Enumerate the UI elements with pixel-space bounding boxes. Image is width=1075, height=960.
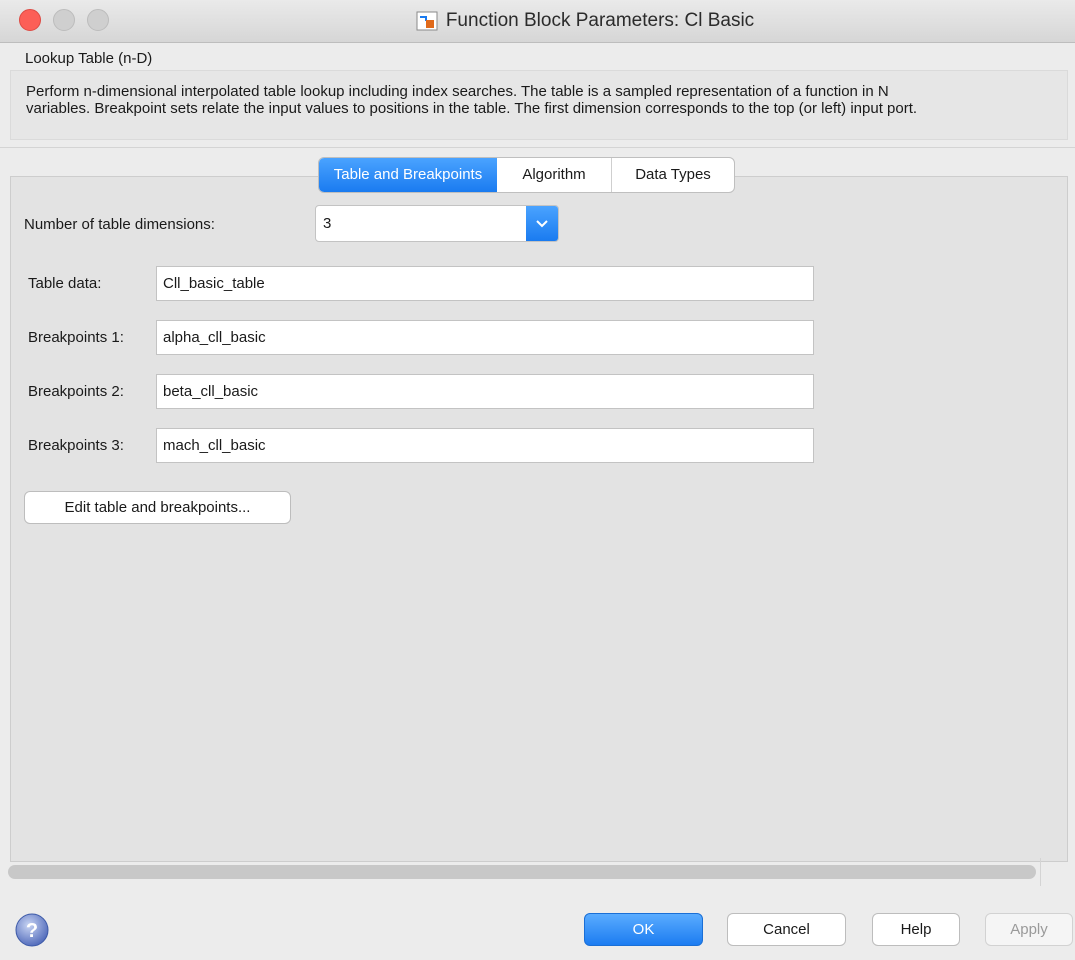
- edit-table-button[interactable]: Edit table and breakpoints...: [24, 491, 291, 524]
- simulink-block-icon: [416, 11, 438, 31]
- window-title-wrap: Function Block Parameters: Cl Basic: [0, 0, 1075, 42]
- block-description: Perform n-dimensional interpolated table…: [10, 70, 1068, 140]
- ok-button[interactable]: OK: [584, 913, 703, 946]
- vertical-scrollbar[interactable]: [1066, 176, 1075, 862]
- cancel-button[interactable]: Cancel: [727, 913, 846, 946]
- help-button[interactable]: Help: [872, 913, 960, 946]
- section-divider: [0, 147, 1075, 148]
- table-data-label: Table data:: [28, 275, 102, 292]
- breakpoints-3-label: Breakpoints 3:: [28, 437, 124, 454]
- title-bar: Function Block Parameters: Cl Basic: [0, 0, 1075, 43]
- tab-data-types[interactable]: Data Types: [612, 158, 734, 192]
- dimensions-value: 3: [323, 215, 332, 232]
- breakpoints-2-label: Breakpoints 2:: [28, 383, 124, 400]
- tab-bar: Table and Breakpoints Algorithm Data Typ…: [318, 157, 735, 193]
- table-data-input[interactable]: [156, 266, 814, 301]
- description-line: Perform n-dimensional interpolated table…: [26, 83, 889, 100]
- window-title: Function Block Parameters: Cl Basic: [445, 10, 755, 31]
- breakpoints-1-input[interactable]: [156, 320, 814, 355]
- breakpoints-3-input[interactable]: [156, 428, 814, 463]
- apply-button[interactable]: Apply: [985, 913, 1073, 946]
- scroll-corner: [1040, 858, 1069, 886]
- tab-table-and-breakpoints[interactable]: Table and Breakpoints: [319, 158, 497, 192]
- question-mark-icon[interactable]: ?: [14, 912, 50, 948]
- horizontal-scrollbar[interactable]: [8, 865, 1036, 879]
- description-line: variables. Breakpoint sets relate the in…: [26, 100, 918, 117]
- breakpoints-2-input[interactable]: [156, 374, 814, 409]
- block-type-label: Lookup Table (n-D): [25, 50, 153, 67]
- svg-text:?: ?: [26, 920, 38, 942]
- chevron-down-icon[interactable]: [526, 206, 558, 241]
- breakpoints-1-label: Breakpoints 1:: [28, 329, 124, 346]
- dimensions-label: Number of table dimensions:: [24, 216, 215, 233]
- dimensions-select[interactable]: 3: [315, 205, 559, 242]
- tab-algorithm[interactable]: Algorithm: [497, 158, 612, 192]
